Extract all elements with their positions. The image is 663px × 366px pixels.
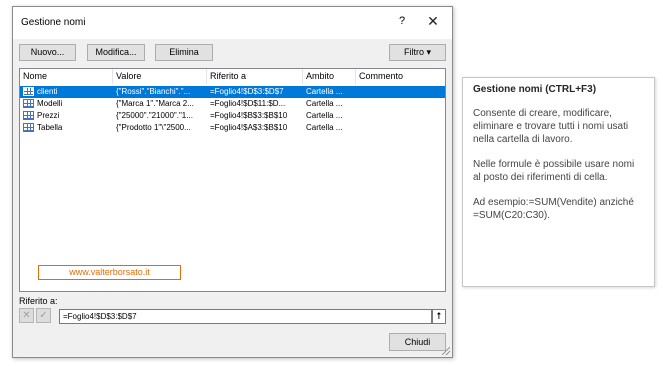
row-value: {"Prodotto 1"\"2500... xyxy=(116,123,191,132)
row-value: {"25000"."21000"."1... xyxy=(116,111,193,120)
edit-button[interactable]: Modifica... xyxy=(87,44,145,61)
named-range-icon xyxy=(23,123,34,132)
cancel-edit-icon[interactable]: ✕ xyxy=(19,308,34,323)
tooltip-paragraph: Consente di creare, modificare, eliminar… xyxy=(473,108,629,145)
list-header: Nome Valore Riferito a Ambito Commento xyxy=(20,69,445,84)
column-header-comment[interactable]: Commento xyxy=(356,69,445,84)
resize-grip-icon[interactable] xyxy=(442,347,450,355)
row-scope: Cartella ... xyxy=(306,123,343,132)
dialog-title: Gestione nomi xyxy=(21,17,86,28)
row-name: Tabella xyxy=(37,123,63,132)
column-header-scope[interactable]: Ambito xyxy=(303,69,356,84)
column-header-refers-to[interactable]: Riferito a xyxy=(207,69,303,84)
row-refers-to: =Foglio4!$A$3:$B$10 xyxy=(210,123,288,132)
collapse-dialog-icon[interactable]: ⭡ xyxy=(432,309,446,324)
table-row[interactable]: clienti {"Rossi"."Bianchi"."... =Foglio4… xyxy=(20,86,445,98)
row-value: {"Marca 1"."Marca 2... xyxy=(116,99,194,108)
confirm-edit-icon[interactable]: ✓ xyxy=(36,308,51,323)
row-comment xyxy=(359,98,443,110)
table-row[interactable]: Tabella {"Prodotto 1"\"2500... =Foglio4!… xyxy=(20,122,445,134)
row-refers-to: =Foglio4!$D$3:$D$7 xyxy=(210,87,284,96)
close-icon[interactable]: ✕ xyxy=(425,13,441,30)
row-name: Modelli xyxy=(37,99,63,108)
table-row[interactable]: Prezzi {"25000"."21000"."1... =Foglio4!$… xyxy=(20,110,445,122)
row-comment xyxy=(359,86,443,98)
row-name: clienti xyxy=(37,87,58,96)
row-scope: Cartella ... xyxy=(306,99,343,108)
refers-to-label: Riferito a: xyxy=(19,296,58,306)
new-button[interactable]: Nuovo... xyxy=(19,44,76,61)
name-manager-dialog: Gestione nomi ? ✕ Nuovo... Modifica... E… xyxy=(12,6,453,358)
table-row[interactable]: Modelli {"Marca 1"."Marca 2... =Foglio4!… xyxy=(20,98,445,110)
row-comment xyxy=(359,122,443,134)
row-scope: Cartella ... xyxy=(306,87,343,96)
row-refers-to: =Foglio4!$D$11:$D... xyxy=(210,99,286,108)
refers-to-input[interactable]: =Foglio4!$D$3:$D$7 xyxy=(59,309,432,324)
names-list[interactable]: Nome Valore Riferito a Ambito Commento c… xyxy=(19,68,446,292)
delete-button[interactable]: Elimina xyxy=(155,44,213,61)
column-header-name[interactable]: Nome xyxy=(20,69,113,84)
filter-button[interactable]: Filtro ▾ xyxy=(389,44,446,61)
row-scope: Cartella ... xyxy=(306,111,343,120)
row-value: {"Rossi"."Bianchi"."... xyxy=(116,87,191,96)
row-comment xyxy=(359,110,443,122)
tooltip-paragraph: Nelle formule è possibile usare nomi al … xyxy=(473,159,635,183)
tooltip-title: Gestione nomi (CTRL+F3) xyxy=(473,84,597,95)
column-header-value[interactable]: Valore xyxy=(113,69,207,84)
close-button[interactable]: Chiudi xyxy=(389,333,446,351)
tooltip: Gestione nomi (CTRL+F3) Consente di crea… xyxy=(462,77,655,287)
row-refers-to: =Foglio4!$B$3:$B$10 xyxy=(210,111,288,120)
help-button[interactable]: ? xyxy=(395,15,409,27)
watermark-text: www.valterborsato.it xyxy=(38,265,181,280)
row-name: Prezzi xyxy=(37,111,60,120)
tooltip-paragraph: Ad esempio:=SUM(Vendite) anziché =SUM(C2… xyxy=(473,197,634,221)
named-range-icon xyxy=(23,111,34,120)
named-range-icon xyxy=(23,99,34,108)
named-range-icon xyxy=(23,87,34,96)
title-bar: Gestione nomi ? ✕ xyxy=(13,7,452,39)
